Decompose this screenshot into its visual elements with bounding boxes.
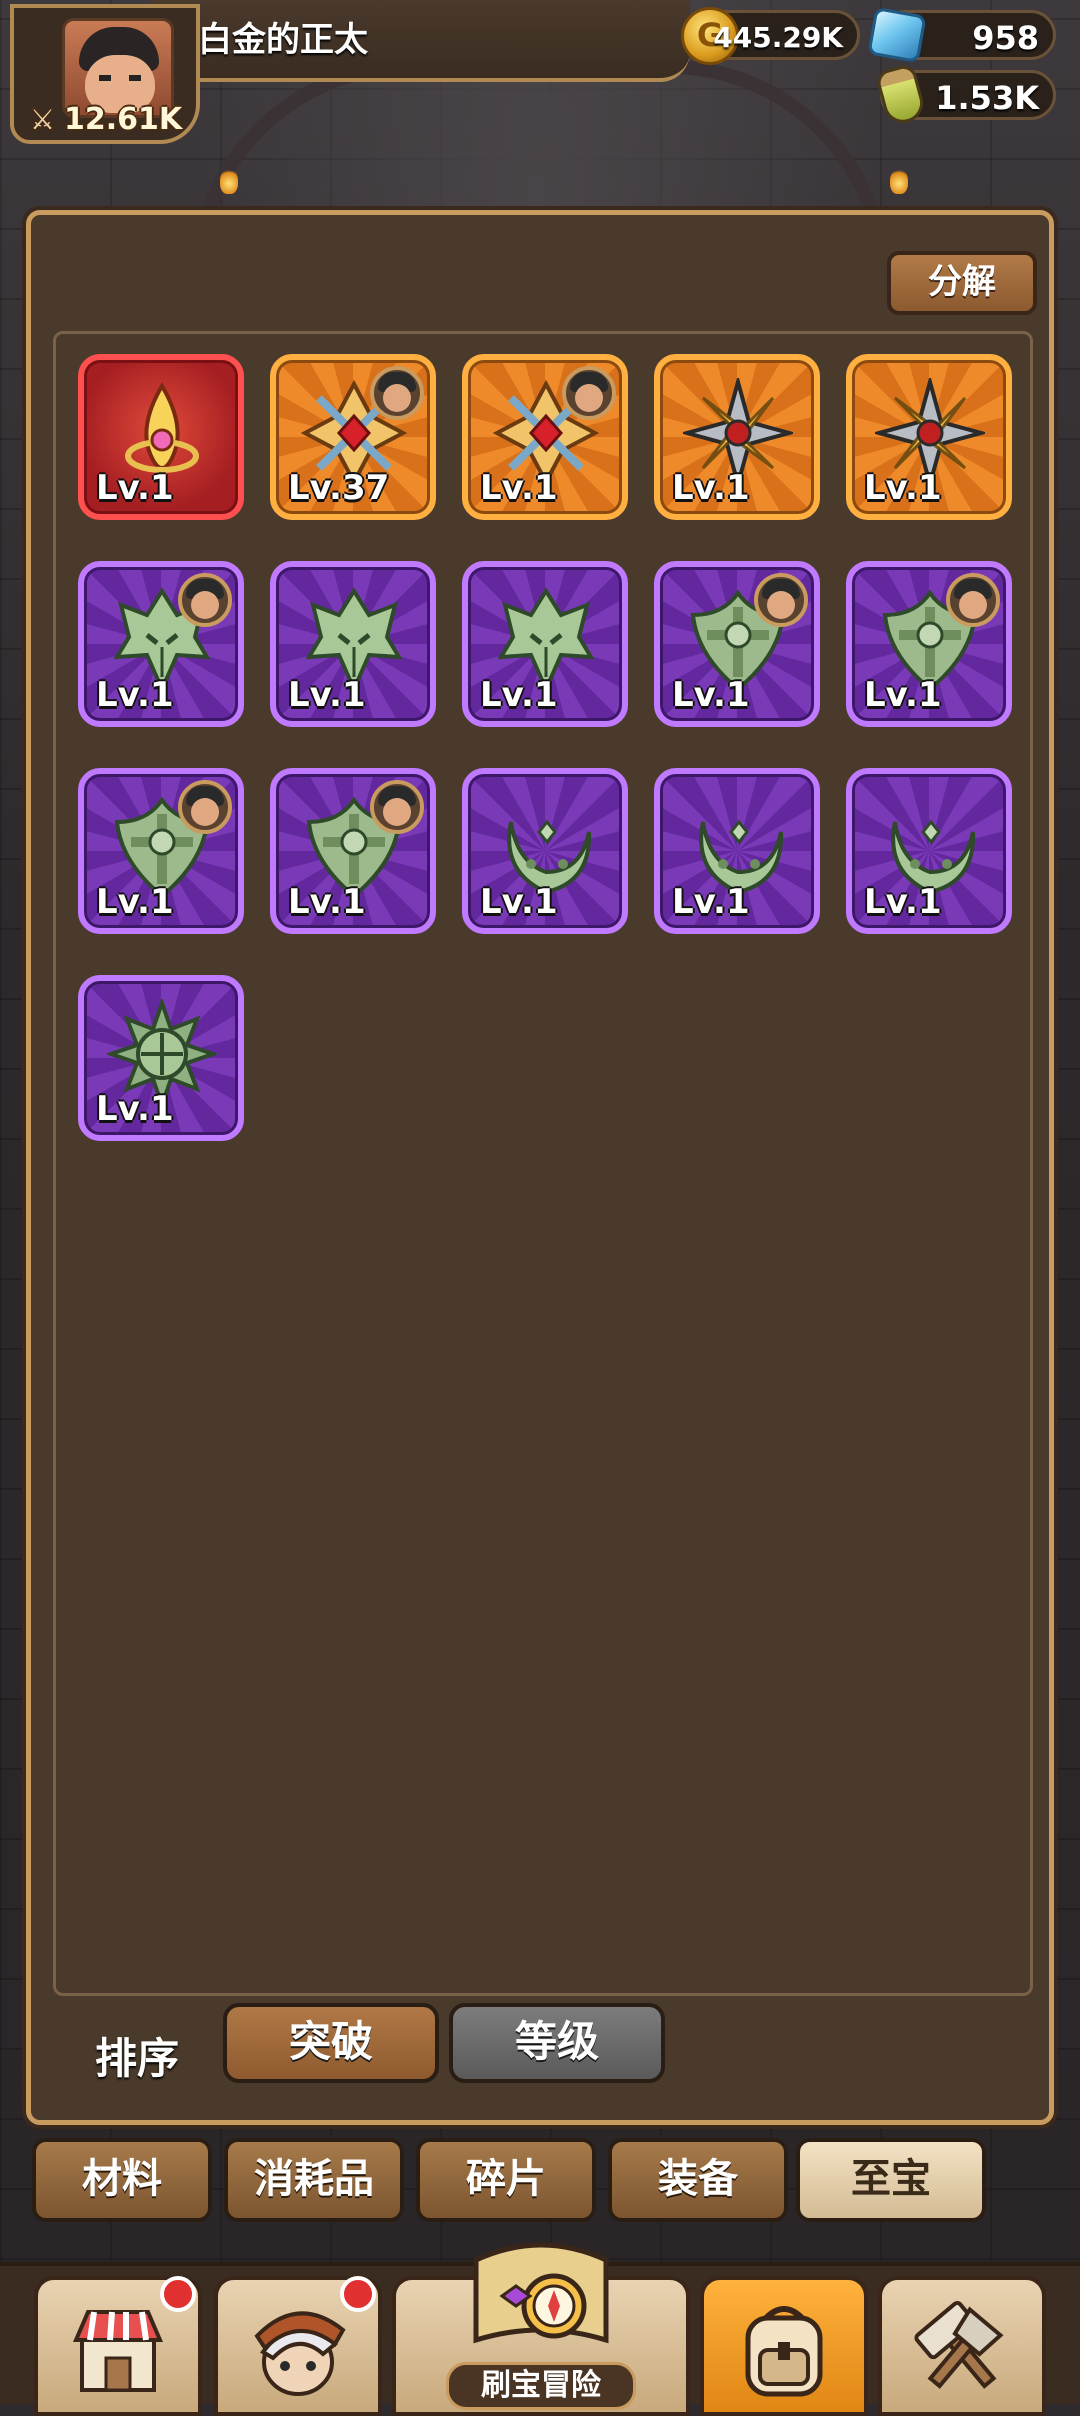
item-slot[interactable]: Lv.1: [846, 354, 1012, 520]
decompose-button[interactable]: 分解: [887, 251, 1037, 315]
backpack-icon: [745, 2306, 823, 2397]
equipped-hero-avatar-icon: [178, 780, 232, 834]
nav-shop[interactable]: [34, 2276, 202, 2416]
combat-power-value: 12.61K: [64, 102, 183, 137]
nav-backpack[interactable]: [700, 2276, 868, 2416]
gold-counter[interactable]: G 445.29K: [681, 7, 860, 65]
item-level: Lv.37: [288, 468, 390, 508]
player-name: 白金的正太: [198, 20, 368, 60]
notification-dot: [160, 2276, 196, 2312]
item-slot[interactable]: Lv.1: [270, 561, 436, 727]
gold-value: 445.29K: [713, 21, 843, 54]
item-slot[interactable]: Lv.1: [78, 561, 244, 727]
item-level: Lv.1: [672, 882, 750, 922]
potion-counter[interactable]: 1.53K: [874, 62, 1056, 128]
gem-value: 958: [972, 19, 1039, 57]
potion-value: 1.53K: [935, 79, 1039, 117]
equipped-hero-avatar-icon: [178, 573, 232, 627]
sort-level-button[interactable]: 等级: [449, 2003, 665, 2083]
equipped-hero-avatar-icon: [946, 573, 1000, 627]
nav-hero[interactable]: [214, 2276, 382, 2416]
tab-consumables[interactable]: 消耗品: [224, 2138, 404, 2222]
item-slot[interactable]: Lv.1: [462, 354, 628, 520]
item-level: Lv.1: [864, 468, 942, 508]
bottom-nav: 刷宝冒险: [0, 2242, 1080, 2416]
item-level: Lv.1: [672, 675, 750, 715]
diamond-icon: [867, 6, 927, 64]
top-bar: ⚔ 12.61K 白金的正太 G 445.29K 958 1.53K: [0, 0, 1080, 144]
item-level: Lv.1: [864, 675, 942, 715]
forge-icon: [914, 2300, 1004, 2389]
adventure-label: 刷宝冒险: [446, 2362, 636, 2410]
nav-forge[interactable]: [878, 2276, 1046, 2416]
item-level: Lv.1: [288, 882, 366, 922]
item-level: Lv.1: [480, 675, 558, 715]
item-slot[interactable]: Lv.1: [78, 768, 244, 934]
item-slot[interactable]: Lv.1: [462, 768, 628, 934]
tab-treasures[interactable]: 至宝: [796, 2138, 986, 2222]
item-level: Lv.1: [672, 468, 750, 508]
avatar-eye: [99, 75, 111, 81]
torch-icon: [220, 168, 238, 194]
equipped-hero-avatar-icon: [562, 366, 616, 420]
sort-breakthrough-button[interactable]: 突破: [223, 2003, 439, 2083]
avatar-eye: [129, 75, 141, 81]
torch-icon: [890, 168, 908, 194]
notification-dot: [340, 2276, 376, 2312]
item-slot[interactable]: Lv.1: [78, 354, 244, 520]
shop-icon: [72, 2310, 164, 2392]
item-slot[interactable]: Lv.37: [270, 354, 436, 520]
item-slot[interactable]: Lv.1: [78, 975, 244, 1141]
item-level: Lv.1: [96, 468, 174, 508]
item-slot[interactable]: Lv.1: [846, 561, 1012, 727]
item-slot[interactable]: Lv.1: [654, 354, 820, 520]
tab-materials[interactable]: 材料: [32, 2138, 212, 2222]
tab-fragments[interactable]: 碎片: [416, 2138, 596, 2222]
item-slot[interactable]: Lv.1: [462, 561, 628, 727]
item-level: Lv.1: [480, 882, 558, 922]
item-slot[interactable]: Lv.1: [654, 768, 820, 934]
item-level: Lv.1: [288, 675, 366, 715]
nav-adventure[interactable]: 刷宝冒险: [392, 2242, 690, 2416]
item-level: Lv.1: [96, 1089, 174, 1129]
crossed-swords-icon: ⚔: [30, 102, 56, 136]
item-level: Lv.1: [480, 468, 558, 508]
item-slot[interactable]: Lv.1: [270, 768, 436, 934]
adventure-map-icon: [473, 2242, 609, 2344]
combat-power: ⚔ 12.61K: [30, 102, 182, 137]
item-slot[interactable]: Lv.1: [846, 768, 1012, 934]
equipped-hero-avatar-icon: [370, 366, 424, 420]
inventory-panel: 分解 Lv.1 Lv.37 Lv.1 Lv.1 Lv.1 Lv.1 Lv.1 Lv.1 Lv.1…: [26, 210, 1054, 2125]
sort-label: 排序: [95, 2034, 180, 2083]
item-level: Lv.1: [864, 882, 942, 922]
hero-icon: [254, 2311, 346, 2396]
item-grid: Lv.1 Lv.37 Lv.1 Lv.1 Lv.1 Lv.1 Lv.1 Lv.1 Lv.1 Lv.…: [53, 331, 1033, 1996]
equipped-hero-avatar-icon: [370, 780, 424, 834]
tab-equipment[interactable]: 装备: [608, 2138, 788, 2222]
gem-counter[interactable]: 958: [867, 6, 1056, 64]
item-slot[interactable]: Lv.1: [654, 561, 820, 727]
potion-bottle-icon: [874, 62, 928, 128]
equipped-hero-avatar-icon: [754, 573, 808, 627]
item-level: Lv.1: [96, 675, 174, 715]
item-level: Lv.1: [96, 882, 174, 922]
